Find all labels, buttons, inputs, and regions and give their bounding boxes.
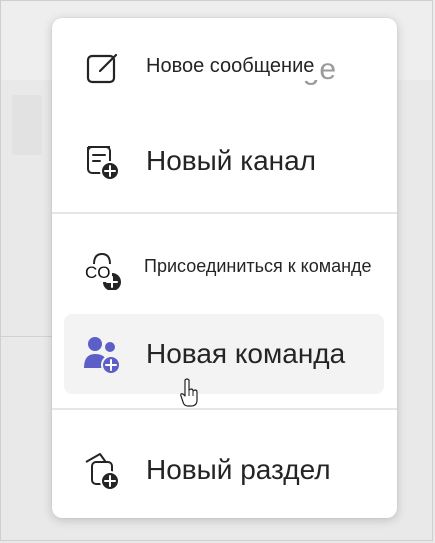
window-border: [0, 0, 433, 541]
